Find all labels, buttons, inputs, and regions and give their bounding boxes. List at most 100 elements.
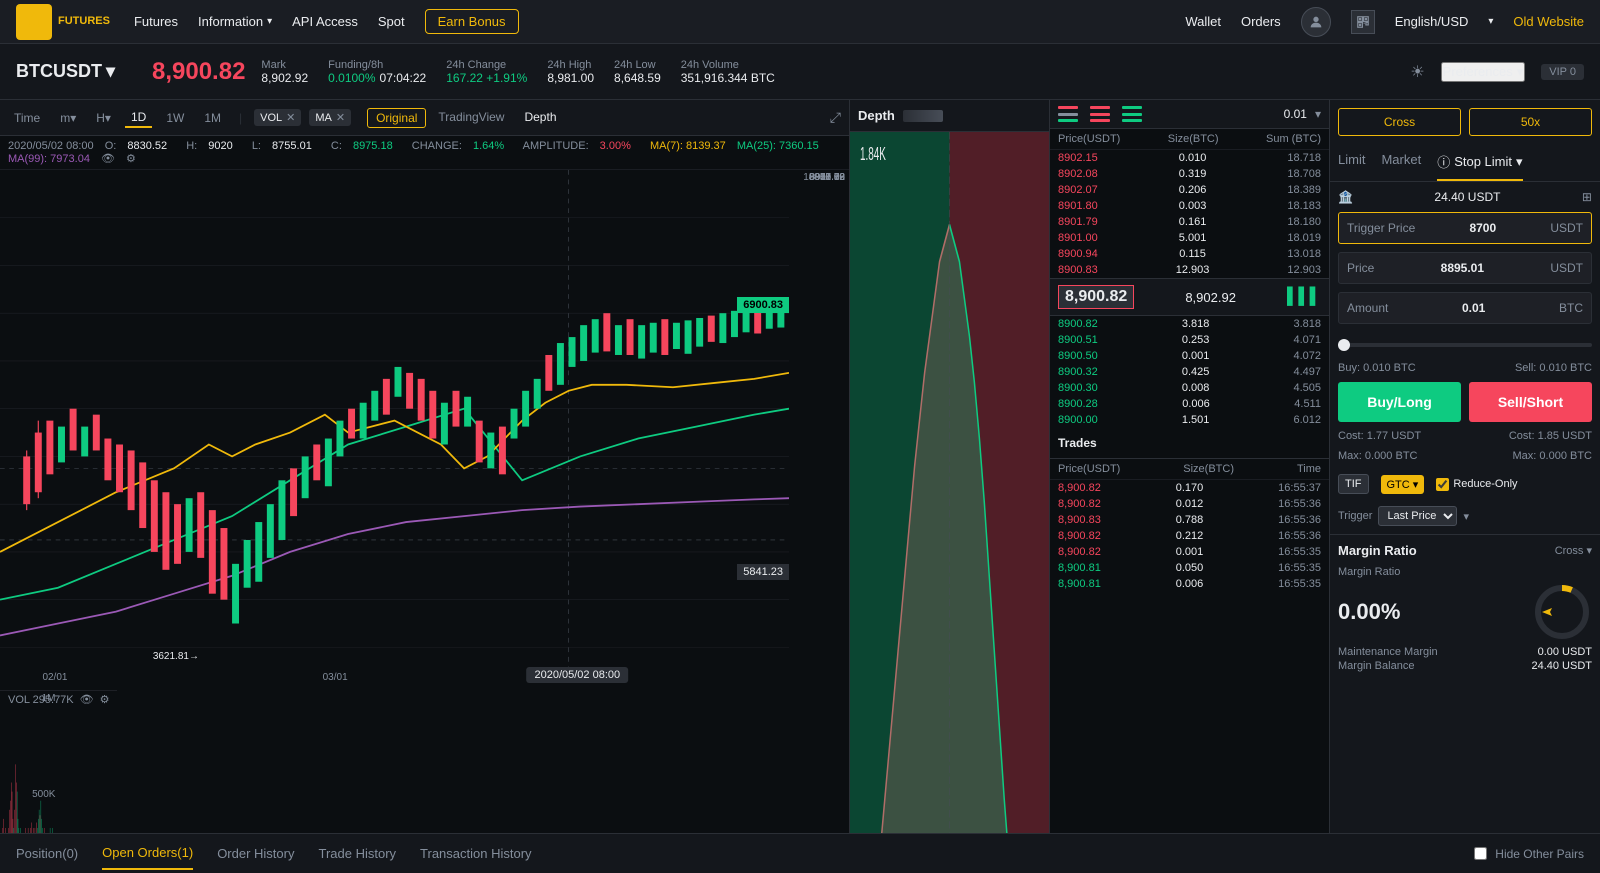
ma-close-icon[interactable]: ✕	[336, 111, 345, 124]
toolbar-time[interactable]: Time	[8, 109, 46, 127]
trade-row-6[interactable]: 8,900.810.05016:55:35	[1050, 560, 1329, 576]
ob-tick-size[interactable]: 0.01	[1284, 107, 1307, 121]
tif-selector[interactable]: TIF	[1338, 474, 1369, 494]
chart-l: L: 8755.01	[252, 140, 320, 152]
vol-indicator[interactable]: VOL ✕	[254, 109, 301, 126]
trade-row-7[interactable]: 8,900.810.00616:55:35	[1050, 576, 1329, 592]
toolbar-m[interactable]: m▾	[54, 109, 82, 127]
binance-logo-icon	[16, 4, 52, 40]
sell-short-button[interactable]: Sell/Short	[1469, 382, 1592, 422]
nav-wallet[interactable]: Wallet	[1185, 14, 1221, 29]
ask-row-4[interactable]: 8901.800.00318.183	[1050, 198, 1329, 214]
trade-row-1[interactable]: 8,900.820.17016:55:37	[1050, 480, 1329, 496]
ob-asks-icon[interactable]	[1090, 106, 1110, 122]
settings-chart-icon[interactable]: ⚙	[126, 153, 136, 165]
trigger-price-field[interactable]: Trigger Price 8700 USDT	[1338, 212, 1592, 244]
old-website-link[interactable]: Old Website	[1513, 14, 1584, 29]
trigger-dropdown-icon: ▾	[1463, 510, 1469, 523]
ask-row-7[interactable]: 8900.940.11513.018	[1050, 246, 1329, 262]
eye-icon[interactable]: 👁	[101, 153, 115, 165]
cross-mode-button[interactable]: Cross	[1338, 108, 1461, 136]
bid-row-6[interactable]: 8900.280.0064.511	[1050, 396, 1329, 412]
buy-long-button[interactable]: Buy/Long	[1338, 382, 1461, 422]
ob-column-headers: Price(USDT) Size(BTC) Sum (BTC)	[1050, 129, 1329, 150]
bid-row-1[interactable]: 8900.823.8183.818	[1050, 316, 1329, 332]
reduce-only-checkbox[interactable]: Reduce-Only	[1436, 478, 1517, 491]
bid-row-4[interactable]: 8900.320.4254.497	[1050, 364, 1329, 380]
trigger-row: Trigger Last Price ▾	[1338, 506, 1592, 526]
stop-limit-tab[interactable]: ⓘ Stop Limit ▾	[1437, 144, 1522, 181]
price-group: Price 8895.01 USDT	[1338, 252, 1592, 284]
toolbar-1m[interactable]: 1M	[198, 109, 227, 127]
nav-futures[interactable]: Futures	[134, 14, 178, 29]
price-field[interactable]: Price 8895.01 USDT	[1338, 252, 1592, 284]
ma-indicator[interactable]: MA ✕	[309, 109, 351, 126]
trade-row-3[interactable]: 8,900.830.78816:55:36	[1050, 512, 1329, 528]
logo-text: FUTURES	[58, 15, 110, 28]
trade-row-2[interactable]: 8,900.820.01216:55:36	[1050, 496, 1329, 512]
vol-settings-icon[interactable]: ⚙	[100, 693, 110, 706]
ob-both-icon[interactable]	[1058, 106, 1078, 122]
tradingview-btn[interactable]: TradingView	[430, 108, 512, 128]
trade-col-size: Size(BTC)	[1183, 463, 1234, 475]
qr-code-icon[interactable]	[1351, 10, 1375, 34]
trades-header: Trades	[1050, 428, 1329, 459]
vol-close-icon[interactable]: ✕	[286, 111, 295, 124]
settings-icon[interactable]: ☀	[1410, 62, 1424, 82]
avatar-button[interactable]	[1301, 7, 1331, 37]
ask-row-3[interactable]: 8902.070.20618.389	[1050, 182, 1329, 198]
hide-other-pairs-checkbox[interactable]	[1474, 847, 1487, 860]
ask-row-5[interactable]: 8901.790.16118.180	[1050, 214, 1329, 230]
bid-row-3[interactable]: 8900.500.0014.072	[1050, 348, 1329, 364]
position-tab[interactable]: Position(0)	[16, 838, 78, 869]
amount-field[interactable]: Amount 0.01 BTC	[1338, 292, 1592, 324]
depth-chart[interactable]: 1.84K 2.34K	[850, 132, 1049, 873]
limit-tab[interactable]: Limit	[1338, 144, 1365, 181]
ask-row-8[interactable]: 8900.8312.90312.903	[1050, 262, 1329, 278]
ask-row-6[interactable]: 8901.005.00118.019	[1050, 230, 1329, 246]
expand-chart-button[interactable]: ⤢	[830, 109, 841, 126]
amount-slider[interactable]	[1338, 343, 1592, 347]
ask-row-1[interactable]: 8902.150.01018.718	[1050, 150, 1329, 166]
margin-cross-selector[interactable]: Cross ▾	[1555, 544, 1592, 557]
trade-row-4[interactable]: 8,900.820.21216:55:36	[1050, 528, 1329, 544]
toolbar-1d[interactable]: 1D	[125, 108, 152, 128]
vol-eye-icon[interactable]: 👁	[80, 693, 94, 706]
order-options: TIF GTC ▾ Reduce-Only	[1338, 470, 1592, 498]
gtc-selector[interactable]: GTC ▾	[1381, 475, 1425, 494]
open-orders-tab[interactable]: Open Orders(1)	[102, 837, 193, 870]
original-view-btn[interactable]: Original	[367, 108, 426, 128]
ob-bids-icon[interactable]	[1122, 106, 1142, 122]
nav-orders[interactable]: Orders	[1241, 14, 1281, 29]
ask-row-2[interactable]: 8902.080.31918.708	[1050, 166, 1329, 182]
transaction-history-tab[interactable]: Transaction History	[420, 838, 532, 869]
ticker-symbol[interactable]: BTCUSDT ▾	[16, 61, 136, 82]
trade-history-tab[interactable]: Trade History	[318, 838, 396, 869]
bid-row-2[interactable]: 8900.510.2534.071	[1050, 332, 1329, 348]
depth-btn[interactable]: Depth	[516, 108, 564, 128]
order-history-tab[interactable]: Order History	[217, 838, 294, 869]
toolbar-1w[interactable]: 1W	[160, 109, 190, 127]
calculator-icon[interactable]: ⊞	[1582, 190, 1592, 204]
chart-info-bar: 2020/05/02 08:00 O: 8830.52 H: 9020 L: 8…	[0, 136, 849, 170]
leverage-button[interactable]: 50x	[1469, 108, 1592, 136]
preferences-button[interactable]: Preferences ▾	[1441, 62, 1526, 82]
trade-row-5[interactable]: 8,900.820.00116:55:35	[1050, 544, 1329, 560]
earn-bonus-button[interactable]: Earn Bonus	[425, 9, 519, 34]
language-selector[interactable]: English/USD	[1395, 14, 1469, 29]
nav-spot[interactable]: Spot	[378, 14, 405, 29]
ticker-funding: Funding/8h 0.0100% 07:04:22	[328, 59, 426, 85]
chart-canvas[interactable]: 10000.00 9000.12 8978.06 8955.99 8933.92…	[0, 170, 849, 873]
margin-header: Margin Ratio Cross ▾	[1338, 543, 1592, 558]
market-tab[interactable]: Market	[1381, 144, 1421, 181]
bid-row-7[interactable]: 8900.001.5016.012	[1050, 412, 1329, 428]
nav-information[interactable]: Information ▾	[198, 14, 272, 29]
toolbar-h[interactable]: H▾	[90, 109, 117, 127]
trigger-type-selector[interactable]: Last Price	[1378, 506, 1457, 526]
chart-section: Time m▾ H▾ 1D 1W 1M | VOL ✕ MA ✕ Origina…	[0, 100, 850, 873]
trades-col-headers: Price(USDT) Size(BTC) Time	[1050, 459, 1329, 480]
logo[interactable]: FUTURES	[16, 4, 110, 40]
gtc-dropdown-icon: ▾	[1413, 479, 1419, 491]
bid-row-5[interactable]: 8900.300.0084.505	[1050, 380, 1329, 396]
nav-api-access[interactable]: API Access	[292, 14, 358, 29]
